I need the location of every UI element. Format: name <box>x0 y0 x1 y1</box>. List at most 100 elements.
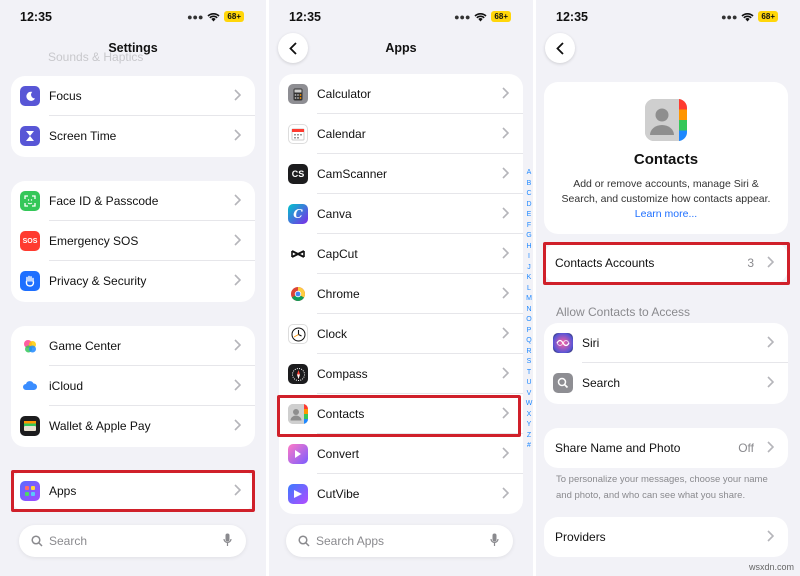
cellular-icon: ●●● <box>187 11 204 22</box>
settings-item-icloud[interactable]: iCloud <box>11 366 255 406</box>
alphabet-index-letter[interactable]: V <box>524 389 534 400</box>
chevron-left-icon <box>556 41 564 55</box>
app-item-compass[interactable]: Compass <box>279 354 523 394</box>
alphabet-index-letter[interactable]: P <box>524 326 534 337</box>
app-item-cutvibe[interactable]: CutVibe <box>279 474 523 514</box>
cellular-icon: ●●● <box>454 11 471 22</box>
alphabet-index-letter[interactable]: B <box>524 179 534 190</box>
chevron-right-icon <box>234 129 241 141</box>
alphabet-index-letter[interactable]: O <box>524 315 534 326</box>
back-button[interactable] <box>545 33 575 63</box>
access-item-label: Siri <box>582 336 600 350</box>
app-item-label: Chrome <box>317 287 360 301</box>
alphabet-index-letter[interactable]: S <box>524 357 534 368</box>
microphone-icon[interactable] <box>490 533 499 547</box>
cellular-icon: ●●● <box>721 11 738 22</box>
alphabet-index-letter[interactable]: C <box>524 189 534 200</box>
contacts-header-card: Contacts Add or remove accounts, manage … <box>544 82 788 234</box>
battery-icon: 68+ <box>758 11 778 22</box>
settings-item-game-center[interactable]: Game Center <box>11 326 255 366</box>
settings-item-screen-time[interactable]: Screen Time <box>11 116 255 156</box>
status-bar: 12:35 ●●● 68+ <box>269 10 533 26</box>
alphabet-index-letter[interactable]: N <box>524 305 534 316</box>
alphabet-index-letter[interactable]: Z <box>524 431 534 442</box>
microphone-icon[interactable] <box>223 533 232 547</box>
app-item-calculator[interactable]: Calculator <box>279 74 523 114</box>
battery-icon: 68+ <box>491 11 511 22</box>
alphabet-index-letter[interactable]: R <box>524 347 534 358</box>
alphabet-index-letter[interactable]: L <box>524 284 534 295</box>
app-item-canva[interactable]: C Canva <box>279 194 523 234</box>
settings-group-services: Game Center iCloud Wallet & Apple Pay <box>11 326 255 447</box>
alphabet-index-letter[interactable]: T <box>524 368 534 379</box>
settings-item-label: iCloud <box>49 379 84 393</box>
share-name-photo-row[interactable]: Share Name and Photo Off <box>544 428 788 468</box>
chevron-right-icon <box>234 339 241 351</box>
alphabet-index-letter[interactable]: K <box>524 273 534 284</box>
app-item-camscanner[interactable]: CS CamScanner <box>279 154 523 194</box>
settings-search-bar[interactable]: Search <box>19 525 246 557</box>
settings-item-face-id[interactable]: Face ID & Passcode <box>11 181 255 221</box>
chevron-right-icon <box>767 336 774 348</box>
settings-item-privacy[interactable]: Privacy & Security <box>11 261 255 301</box>
status-bar: 12:35 ●●● 68+ <box>536 10 800 26</box>
settings-item-wallet[interactable]: Wallet & Apple Pay <box>11 406 255 446</box>
chevron-right-icon <box>234 274 241 286</box>
app-item-label: Calculator <box>317 87 372 101</box>
alphabet-index-letter[interactable]: W <box>524 399 534 410</box>
cloud-icon <box>20 376 40 396</box>
wallet-icon <box>20 416 40 436</box>
chevron-right-icon <box>502 87 509 99</box>
providers-group: Providers <box>544 517 788 557</box>
alphabet-index-letter[interactable]: Q <box>524 336 534 347</box>
hand-icon <box>20 271 40 291</box>
settings-item-focus[interactable]: Focus <box>11 76 255 116</box>
chevron-right-icon <box>234 194 241 206</box>
app-item-label: CutVibe <box>317 487 360 501</box>
access-item-siri[interactable]: Siri <box>544 323 788 363</box>
app-item-convert[interactable]: Convert <box>279 434 523 474</box>
page-title: Settings <box>108 41 158 55</box>
settings-item-label: Emergency SOS <box>49 234 139 248</box>
learn-more-link[interactable]: Learn more... <box>635 208 697 220</box>
alphabet-index-letter[interactable]: U <box>524 378 534 389</box>
search-icon <box>31 535 43 547</box>
contacts-app-icon <box>645 99 687 141</box>
chevron-right-icon <box>767 441 774 453</box>
chevron-right-icon <box>502 207 509 219</box>
settings-item-label: Privacy & Security <box>49 274 147 288</box>
providers-row[interactable]: Providers <box>544 517 788 557</box>
app-item-calendar[interactable]: Calendar <box>279 114 523 154</box>
providers-label: Providers <box>555 530 606 544</box>
watermark: wsxdn.com <box>748 562 794 572</box>
alphabet-index-letter[interactable]: G <box>524 231 534 242</box>
access-item-search[interactable]: Search <box>544 363 788 403</box>
app-item-label: CamScanner <box>317 167 388 181</box>
calendar-icon <box>288 124 308 144</box>
settings-item-label: Game Center <box>49 339 122 353</box>
apps-search-bar[interactable]: Search Apps <box>286 525 513 557</box>
app-item-label: Compass <box>317 367 368 381</box>
alphabet-index-letter[interactable]: J <box>524 263 534 274</box>
search-placeholder: Search <box>49 534 88 548</box>
alphabet-index-letter[interactable]: H <box>524 242 534 253</box>
siri-icon <box>553 333 573 353</box>
access-item-label: Search <box>582 376 621 390</box>
app-item-chrome[interactable]: Chrome <box>279 274 523 314</box>
settings-item-emergency-sos[interactable]: SOS Emergency SOS <box>11 221 255 261</box>
alphabet-index-letter[interactable]: Y <box>524 420 534 431</box>
alphabet-index-letter[interactable]: F <box>524 221 534 232</box>
alphabet-index-letter[interactable]: # <box>524 441 534 452</box>
alphabet-index[interactable]: A B C D E F G H I J K L M N O P Q R S T U V W X Y Z # <box>524 168 534 452</box>
alphabet-index-letter[interactable]: E <box>524 210 534 221</box>
app-item-clock[interactable]: Clock <box>279 314 523 354</box>
alphabet-index-letter[interactable]: D <box>524 200 534 211</box>
compass-icon <box>288 364 308 384</box>
alphabet-index-letter[interactable]: A <box>524 168 534 179</box>
alphabet-index-letter[interactable]: X <box>524 410 534 421</box>
share-group: Share Name and Photo Off <box>544 428 788 468</box>
alphabet-index-letter[interactable]: M <box>524 294 534 305</box>
chevron-right-icon <box>502 487 509 499</box>
alphabet-index-letter[interactable]: I <box>524 252 534 263</box>
app-item-capcut[interactable]: CapCut <box>279 234 523 274</box>
